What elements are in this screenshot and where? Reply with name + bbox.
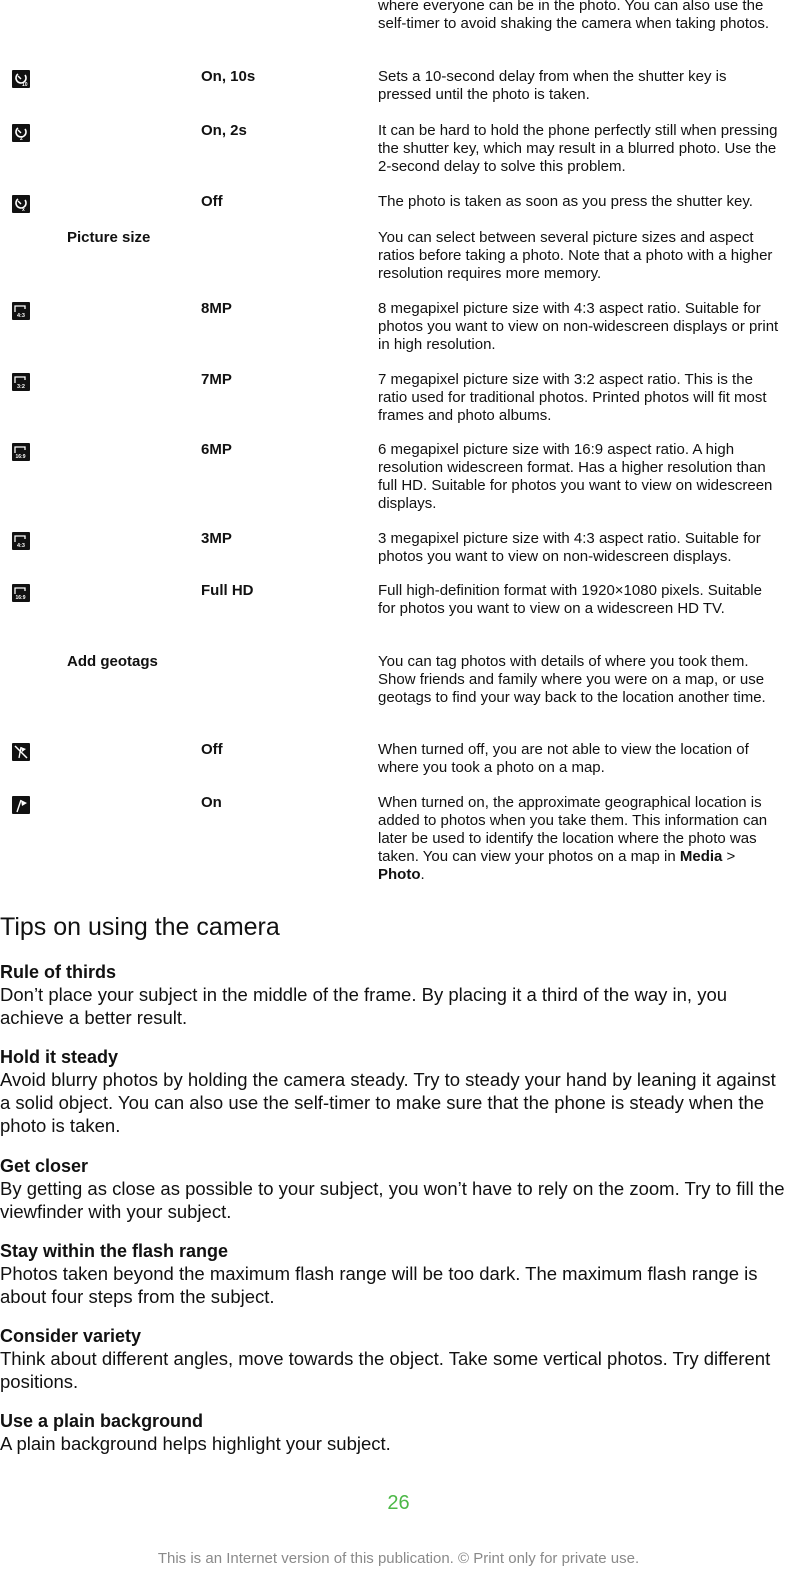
tip-title: Consider variety xyxy=(0,1326,142,1346)
svg-text:16:9: 16:9 xyxy=(16,454,26,460)
option-label: Off xyxy=(201,741,223,758)
tip-title: Hold it steady xyxy=(0,1047,119,1067)
option-description: When turned off, you are not able to vie… xyxy=(378,741,749,776)
page-number: 26 xyxy=(387,1492,410,1514)
picture-size-4-3-icon: 4:3 xyxy=(12,302,30,320)
picture-size-16-9-icon: 16:9 xyxy=(12,443,30,461)
menu-path-period: . xyxy=(420,866,425,883)
tip-item: Use a plain background A plain backgroun… xyxy=(0,1410,790,1455)
tip-title: Use a plain background xyxy=(0,1411,204,1431)
tip-title: Rule of thirds xyxy=(0,962,116,982)
option-description: 6 megapixel picture size with 16:9 aspec… xyxy=(378,441,773,512)
option-description: Sets a 10-second delay from when the shu… xyxy=(378,68,727,103)
tip-body: Think about different angles, move towar… xyxy=(0,1348,771,1392)
option-description: It can be hard to hold the phone perfect… xyxy=(378,122,778,175)
picture-size-4-3-icon: 4:3 xyxy=(12,532,30,550)
tip-body: Avoid blurry photos by holding the camer… xyxy=(0,1069,776,1136)
option-description: 3 megapixel picture size with 4:3 aspect… xyxy=(378,530,761,565)
option-label: 8MP xyxy=(201,300,232,317)
option-label: 7MP xyxy=(201,371,232,388)
option-description: When turned on, the approximate geograph… xyxy=(378,794,783,884)
footer-notice: This is an Internet version of this publ… xyxy=(157,1550,640,1567)
setting-description: You can tag photos with details of where… xyxy=(378,653,766,706)
tip-item: Get closer By getting as close as possib… xyxy=(0,1155,790,1223)
option-label: Full HD xyxy=(201,582,254,599)
svg-text:4:3: 4:3 xyxy=(17,313,25,319)
option-description: The photo is taken as soon as you press … xyxy=(378,193,753,210)
option-label: On, 10s xyxy=(201,68,256,85)
tip-item: Hold it steady Avoid blurry photos by ho… xyxy=(0,1046,790,1137)
tip-item: Rule of thirds Don’t place your subject … xyxy=(0,961,790,1029)
geotag-off-icon xyxy=(12,743,30,761)
setting-label: Picture size xyxy=(67,229,151,246)
option-label: 3MP xyxy=(201,530,232,547)
menu-path-separator: > xyxy=(722,848,736,865)
option-label: On xyxy=(201,794,222,811)
tip-title: Stay within the flash range xyxy=(0,1241,229,1261)
svg-text:10: 10 xyxy=(22,82,28,88)
setting-label: Add geotags xyxy=(67,653,158,670)
svg-text:2: 2 xyxy=(20,136,23,142)
tip-item: Consider variety Think about different a… xyxy=(0,1325,790,1393)
tip-body: A plain background helps highlight your … xyxy=(0,1433,391,1454)
option-label: On, 2s xyxy=(201,122,247,139)
svg-text:x: x xyxy=(22,207,25,213)
self-timer-2s-icon: 2 xyxy=(12,124,30,142)
geotag-on-icon xyxy=(12,796,30,814)
option-label: 6MP xyxy=(201,441,232,458)
setting-description: where everyone can be in the photo. You … xyxy=(378,0,770,32)
svg-text:4:3: 4:3 xyxy=(17,543,25,549)
option-label: Off xyxy=(201,193,223,210)
option-description: Full high-definition format with 1920×10… xyxy=(378,582,762,617)
self-timer-off-icon: x xyxy=(12,195,30,213)
self-timer-10s-icon: 10 xyxy=(12,70,30,88)
tip-body: By getting as close as possible to your … xyxy=(0,1178,785,1222)
tip-item: Stay within the flash range Photos taken… xyxy=(0,1240,790,1308)
menu-path-media: Media xyxy=(679,848,723,865)
tip-body: Don’t place your subject in the middle o… xyxy=(0,984,728,1028)
setting-description: You can select between several picture s… xyxy=(378,229,773,282)
picture-size-16-9-icon: 16:9 xyxy=(12,584,30,602)
picture-size-3-2-icon: 3:2 xyxy=(12,373,30,391)
svg-text:3:2: 3:2 xyxy=(17,384,25,390)
svg-text:16:9: 16:9 xyxy=(16,595,26,601)
tip-title: Get closer xyxy=(0,1156,89,1176)
option-description: 8 megapixel picture size with 4:3 aspect… xyxy=(378,300,779,353)
tip-body: Photos taken beyond the maximum flash ra… xyxy=(0,1263,758,1307)
section-heading: Tips on using the camera xyxy=(0,913,280,941)
menu-path-photo: Photo xyxy=(378,866,421,883)
option-description: 7 megapixel picture size with 3:2 aspect… xyxy=(378,371,767,424)
